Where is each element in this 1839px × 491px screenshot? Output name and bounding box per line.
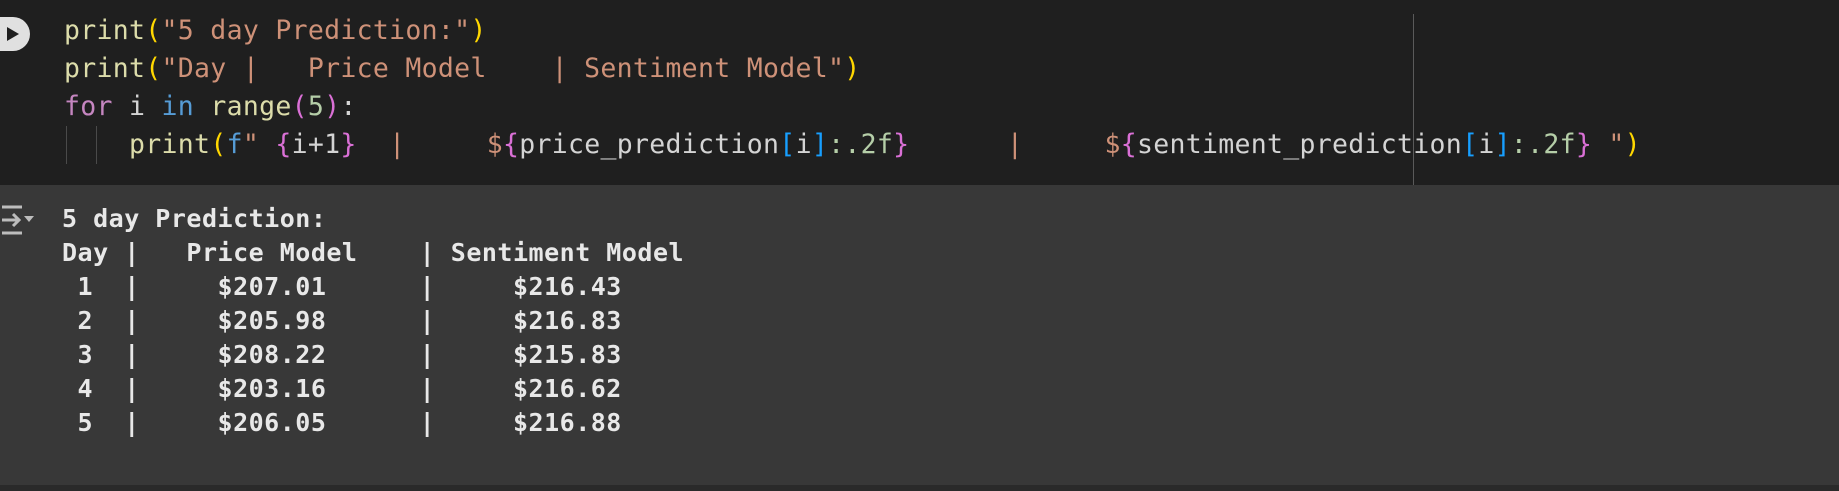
code-token: in (161, 91, 195, 122)
code-token: ) (324, 91, 341, 122)
code-token: :.2f (828, 129, 894, 160)
code-token: i+1 (291, 129, 341, 160)
code-editor[interactable]: print("5 day Prediction:") print("Day | P… (64, 12, 1641, 164)
code-token: for (64, 91, 113, 122)
code-token: ) (844, 53, 861, 84)
output-title: 5 day Prediction: (62, 204, 327, 233)
code-token: range (210, 91, 292, 122)
code-token: } (893, 129, 910, 160)
code-token: i (795, 129, 812, 160)
code-token: } (340, 129, 357, 160)
output-table-row: 4 | $203.16 | $216.62 (62, 374, 622, 403)
code-token: ] (1494, 129, 1511, 160)
code-token: [ (779, 129, 796, 160)
code-token: print (64, 15, 146, 46)
code-token: | $ (909, 129, 1121, 160)
code-token: ( (145, 53, 162, 84)
code-token: { (1120, 129, 1137, 160)
code-token: } (1575, 129, 1593, 160)
code-cell[interactable]: print("5 day Prediction:") print("Day | P… (0, 0, 1839, 185)
code-line[interactable]: print(f" {i+1} | ${price_prediction[i]:.… (64, 126, 1641, 164)
code-token: ) (470, 15, 487, 46)
code-line[interactable]: print("5 day Prediction:") (64, 12, 1641, 50)
run-cell-button[interactable] (0, 17, 30, 51)
code-token: " (1592, 129, 1625, 160)
code-token: "Day | Price Model | Sentiment Model" (161, 53, 845, 84)
code-token: i (112, 91, 162, 122)
output-table-row: 1 | $207.01 | $216.43 (62, 272, 622, 301)
output-table-row: 3 | $208.22 | $215.83 (62, 340, 622, 369)
indent-guide (66, 126, 67, 164)
code-token: ( (145, 15, 162, 46)
code-token: { (275, 129, 292, 160)
output-collapse-icon[interactable] (0, 205, 36, 235)
code-token: print (64, 53, 146, 84)
code-token: i (1478, 129, 1495, 160)
column-ruler (1413, 14, 1414, 185)
code-token: | $ (356, 129, 503, 160)
code-token: ] (811, 129, 829, 160)
code-token: [ (1462, 129, 1479, 160)
code-token: " (242, 129, 276, 160)
output-table-header: Day | Price Model | Sentiment Model (62, 238, 685, 267)
output-text: 5 day Prediction: Day | Price Model | Sen… (62, 202, 684, 440)
code-token: ( (291, 91, 308, 122)
code-token: ) (1624, 129, 1641, 160)
play-icon (7, 27, 19, 41)
code-token: { (502, 129, 520, 160)
code-token: "5 day Prediction:" (161, 15, 471, 46)
output-area: 5 day Prediction: Day | Price Model | Sen… (0, 185, 1839, 485)
code-token: print (129, 129, 211, 160)
code-token: :.2f (1510, 129, 1576, 160)
cell-bottom-divider (0, 485, 1839, 491)
code-line[interactable]: for i in range(5): (64, 88, 1641, 126)
code-token: : (340, 91, 357, 122)
code-token: price_prediction (519, 129, 780, 160)
code-token: 5 (307, 91, 325, 122)
output-table-row: 5 | $206.05 | $216.88 (62, 408, 622, 437)
indent-guide (96, 126, 97, 164)
code-token: ( (210, 129, 227, 160)
output-table-row: 2 | $205.98 | $216.83 (62, 306, 622, 335)
code-token: f (226, 129, 243, 160)
code-line[interactable]: print("Day | Price Model | Sentiment Mod… (64, 50, 1641, 88)
